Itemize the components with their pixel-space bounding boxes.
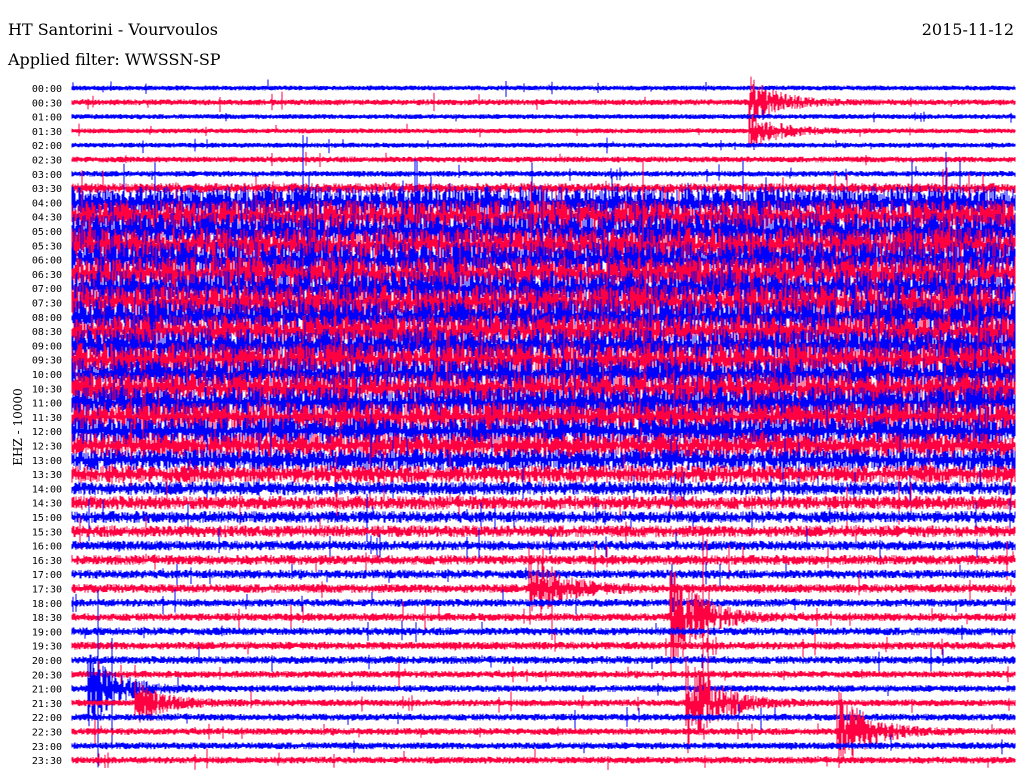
row-time-label: 20:00	[32, 656, 62, 667]
row-time-label: 06:30	[32, 270, 62, 281]
trace-row-0100	[71, 109, 1016, 123]
row-time-label: 08:00	[32, 313, 62, 324]
row-time-label: 04:30	[32, 213, 62, 224]
row-time-label: 19:30	[32, 642, 62, 653]
row-time-label: 23:30	[32, 756, 62, 767]
row-time-label: 18:00	[32, 599, 62, 610]
row-time-label: 14:00	[32, 484, 62, 495]
row-time-label: 07:30	[32, 299, 62, 310]
row-time-label: 13:00	[32, 456, 62, 467]
row-time-label: 05:30	[32, 241, 62, 252]
row-time-label: 11:30	[32, 413, 62, 424]
trace-row-2300	[71, 734, 1016, 755]
row-time-label: 03:00	[32, 170, 62, 181]
row-time-label: 00:30	[32, 98, 62, 109]
row-time-label: 13:30	[32, 470, 62, 481]
trace-row-2030	[71, 661, 1016, 688]
row-time-label: 23:00	[32, 742, 62, 753]
row-time-label: 21:30	[32, 699, 62, 710]
row-time-label: 15:00	[32, 513, 62, 524]
row-time-label: 22:00	[32, 713, 62, 724]
row-time-label: 18:30	[32, 613, 62, 624]
row-time-label: 02:00	[32, 141, 62, 152]
row-time-label: 17:30	[32, 585, 62, 596]
row-time-label: 14:30	[32, 499, 62, 510]
trace-row-0230	[71, 151, 1016, 167]
row-time-label: 03:30	[32, 184, 62, 195]
row-time-label: 09:30	[32, 356, 62, 367]
row-time-label: 11:00	[32, 399, 62, 410]
row-time-label: 01:00	[32, 113, 62, 124]
trace-row-0200	[71, 136, 1016, 154]
row-time-label: 08:30	[32, 327, 62, 338]
row-time-label: 16:30	[32, 556, 62, 567]
row-time-label: 19:00	[32, 627, 62, 638]
row-time-label: 04:00	[32, 198, 62, 209]
row-time-label: 02:30	[32, 156, 62, 167]
row-time-label: 00:00	[32, 84, 62, 95]
row-time-label: 22:30	[32, 728, 62, 739]
trace-row-2000	[71, 646, 1016, 675]
row-time-label: 07:00	[32, 284, 62, 295]
row-time-label: 12:30	[32, 442, 62, 453]
row-time-label: 09:00	[32, 341, 62, 352]
row-time-label: 05:00	[32, 227, 62, 238]
row-time-label: 15:30	[32, 527, 62, 538]
row-time-label: 06:00	[32, 256, 62, 267]
trace-row-1930	[71, 632, 1016, 658]
row-time-label: 10:30	[32, 384, 62, 395]
row-time-label: 01:30	[32, 127, 62, 138]
row-time-label: 12:00	[32, 427, 62, 438]
trace-row-0000	[71, 79, 1016, 97]
row-time-label: 16:00	[32, 542, 62, 553]
trace-row-1900	[71, 620, 1016, 643]
trace-row-2330	[71, 748, 1016, 770]
helicorder-plot: 00:00 00:30 01:00 01:30 02:00 02:30 03:00 03:30…	[32, 76, 1016, 770]
row-time-label: 20:30	[32, 670, 62, 681]
row-time-label: 10:00	[32, 370, 62, 381]
trace-row-0300	[71, 164, 1016, 182]
row-time-label: 21:00	[32, 685, 62, 696]
row-time-label: 17:00	[32, 570, 62, 581]
